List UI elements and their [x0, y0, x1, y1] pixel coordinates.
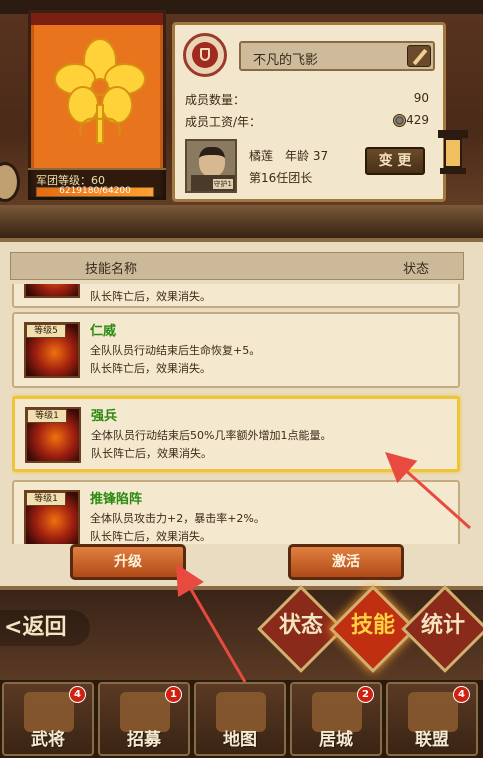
nav-item-alliance[interactable]: 联盟 4 [386, 682, 478, 756]
skill-desc: 全体队员行动结束后50%几率额外增加1点能量。 [91, 429, 332, 442]
skill-desc: 队长阵亡后，效果消失。 [90, 530, 211, 543]
skill-fire-icon: 等级5 [24, 322, 80, 378]
back-arrow-icon: < [4, 615, 23, 640]
back-label: 返回 [22, 615, 67, 640]
skill-fire-icon: 等级1 [25, 407, 81, 463]
nav-label: 武将 [31, 730, 65, 750]
nav-item-castle[interactable]: 居城 2 [290, 682, 382, 756]
coin-icon [393, 114, 406, 127]
salary-value: 429 [406, 113, 429, 127]
notification-badge: 1 [165, 686, 182, 703]
notification-badge: 4 [453, 686, 470, 703]
upgrade-button[interactable]: 升级 [70, 544, 186, 580]
skill-card[interactable]: 等级5 仁威 全队队员行动结束后生命恢复+5。 队长阵亡后，效果消失。 [12, 312, 460, 388]
guild-name-field: 不凡的飞影 [239, 41, 435, 71]
guild-crest-icon [54, 38, 146, 144]
notification-badge: 4 [69, 686, 86, 703]
nav-label: 居城 [319, 730, 353, 750]
tab-skills-label: 技能 [350, 613, 395, 638]
pencil-icon [412, 48, 428, 66]
skills-table-header: 技能名称 状态 [10, 252, 464, 280]
change-leader-button[interactable]: 变 更 [365, 147, 425, 175]
tab-status-label: 状态 [278, 613, 323, 638]
activate-button[interactable]: 激活 [288, 544, 404, 580]
salary-label: 成员工资/年： [185, 115, 262, 129]
skill-desc: 队长阵亡后，效果消失。 [91, 447, 212, 460]
skill-desc: 全队队员行动结束后生命恢复+5。 [90, 344, 261, 357]
leader-portrait[interactable]: 守护1 [185, 139, 237, 193]
skill-card-partial[interactable]: 队长阵亡后，效果消失。 [12, 284, 460, 308]
skill-fire-icon: 等级1 [24, 490, 80, 544]
skill-card-selected[interactable]: 等级1 强兵 全体队员行动结束后50%几率额外增加1点能量。 队长阵亡后，效果消… [12, 396, 460, 472]
skill-level-tag: 等级5 [26, 324, 66, 338]
skill-name: 强兵 [91, 409, 118, 424]
nav-item-recruit[interactable]: 招募 1 [98, 682, 190, 756]
guild-emblem-icon[interactable] [183, 33, 227, 77]
skill-status-column-header: 状态 [403, 262, 430, 277]
skill-desc: 队长阵亡后，效果消失。 [90, 290, 211, 303]
nav-item-map[interactable]: 地图 [194, 682, 286, 756]
nav-label: 联盟 [415, 730, 449, 750]
back-wall [0, 205, 483, 235]
bottom-nav-bar: 武将 4 招募 1 地图 居城 2 联盟 4 [0, 680, 483, 758]
guild-name: 不凡的飞影 [253, 53, 319, 68]
leader-title: 第16任团长 [249, 171, 313, 185]
skill-desc: 队长阵亡后，效果消失。 [90, 362, 211, 375]
guild-exp-text: 6219180/64200 [59, 186, 131, 196]
leader-age: 年龄 37 [285, 149, 329, 163]
nav-item-generals[interactable]: 武将 4 [2, 682, 94, 756]
guild-level-box: 军团等级：60 6219180/64200 [28, 168, 166, 200]
skill-name: 推锋陷阵 [90, 492, 143, 507]
notification-badge: 2 [357, 686, 374, 703]
tab-stats-label: 统计 [420, 613, 465, 638]
skill-name-column-header: 技能名称 [85, 262, 138, 277]
skills-panel: 技能名称 状态 队长阵亡后，效果消失。 等级5 仁威 全队队员行动结束后生命恢复… [0, 238, 483, 590]
skill-level-tag: 等级1 [27, 409, 67, 423]
members-label: 成员数量： [185, 93, 246, 107]
bottom-tab-area: <返回 状态 技能 统计 [0, 585, 483, 680]
skill-desc: 全体队员攻击力+2，暴击率+2%。 [90, 512, 265, 525]
skill-level-tag: 等级1 [26, 492, 66, 506]
guild-banner: 军团等级：60 6219180/64200 [28, 10, 166, 200]
skill-list[interactable]: 队长阵亡后，效果消失。 等级5 仁威 全队队员行动结束后生命恢复+5。 队长阵亡… [12, 284, 464, 544]
guild-info-panel: 不凡的飞影 成员数量： 90 成员工资/年： 429 守护1 橘莲 年龄 37 … [172, 22, 446, 202]
skill-icon [24, 284, 80, 298]
nav-label: 招募 [127, 730, 161, 750]
guild-exp-bar: 6219180/64200 [36, 186, 154, 197]
back-button[interactable]: <返回 [0, 610, 90, 646]
members-value: 90 [413, 91, 429, 105]
skill-card[interactable]: 等级1 推锋陷阵 全体队员攻击力+2，暴击率+2%。 队长阵亡后，效果消失。 [12, 480, 460, 544]
lantern-icon [438, 130, 468, 180]
leader-name: 橘莲 [249, 149, 274, 163]
nav-label: 地图 [223, 730, 257, 750]
edit-name-button[interactable] [407, 45, 431, 67]
leader-tag: 守护1 [212, 179, 233, 189]
skill-name: 仁威 [90, 324, 117, 339]
banner-top-band [31, 13, 163, 25]
